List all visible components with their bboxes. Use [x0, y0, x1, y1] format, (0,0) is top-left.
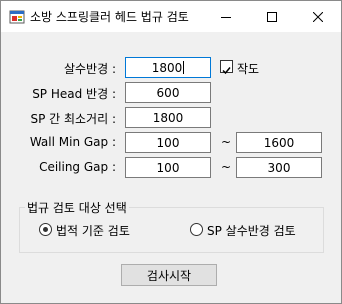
- head-radius-value: 600: [156, 85, 180, 100]
- app-window: 소방 스프링클러 헤드 법규 검토 살수반경 : 1800 작도 SP Head: [0, 0, 342, 304]
- minimize-icon: [221, 16, 231, 18]
- min-spacing-value: 1800: [152, 110, 184, 125]
- close-button[interactable]: [295, 1, 341, 32]
- radio-legal-standard-label[interactable]: 법적 기준 검토: [56, 222, 130, 239]
- min-spacing-input[interactable]: 1800: [125, 107, 211, 128]
- spray-radius-label: 살수반경 :: [63, 62, 116, 76]
- ceiling-gap-max-value: 300: [267, 160, 291, 175]
- radio-spray-radius-label[interactable]: SP 살수반경 검토: [207, 222, 296, 239]
- wall-gap-max-input[interactable]: 1600: [236, 132, 322, 153]
- ceiling-gap-label: Ceiling Gap :: [39, 160, 116, 174]
- min-spacing-label: SP 간 최소거리 :: [30, 112, 116, 126]
- start-inspection-label: 검사시작: [146, 268, 192, 283]
- head-radius-label: SP Head 반경 :: [32, 87, 116, 101]
- app-form-icon[interactable]: [9, 9, 25, 25]
- minimize-button[interactable]: [203, 1, 249, 32]
- mode-group-title: 법규 검토 대상 선택: [25, 199, 129, 216]
- window-title: 소방 스프링클러 헤드 법규 검토: [30, 10, 189, 24]
- close-icon: [313, 11, 323, 22]
- ceiling-gap-min-input[interactable]: 100: [125, 157, 211, 178]
- wall-gap-label: Wall Min Gap :: [29, 135, 116, 149]
- checkmark-icon: [222, 67, 231, 75]
- radio-spray-radius[interactable]: [190, 223, 203, 236]
- draw-label[interactable]: 작도: [237, 60, 259, 77]
- ceiling-gap-range-separator: ~: [221, 160, 232, 174]
- radio-legal-standard[interactable]: [39, 223, 52, 236]
- text-caret: [183, 61, 185, 74]
- draw-checkbox[interactable]: [220, 60, 233, 75]
- spray-radius-value: 1800: [151, 60, 183, 75]
- wall-gap-max-value: 1600: [263, 135, 295, 150]
- wall-gap-min-input[interactable]: 100: [125, 132, 211, 153]
- spray-radius-input[interactable]: 1800: [125, 57, 211, 78]
- wall-gap-range-separator: ~: [221, 135, 232, 149]
- radio-selected-dot: [43, 227, 48, 232]
- start-inspection-button[interactable]: 검사시작: [121, 264, 217, 286]
- ceiling-gap-min-value: 100: [156, 160, 180, 175]
- ceiling-gap-max-input[interactable]: 300: [236, 157, 322, 178]
- wall-gap-min-value: 100: [156, 135, 180, 150]
- head-radius-input[interactable]: 600: [125, 82, 211, 103]
- maximize-icon: [267, 11, 277, 22]
- title-bar[interactable]: 소방 스프링클러 헤드 법규 검토: [1, 1, 341, 33]
- maximize-button[interactable]: [249, 1, 295, 32]
